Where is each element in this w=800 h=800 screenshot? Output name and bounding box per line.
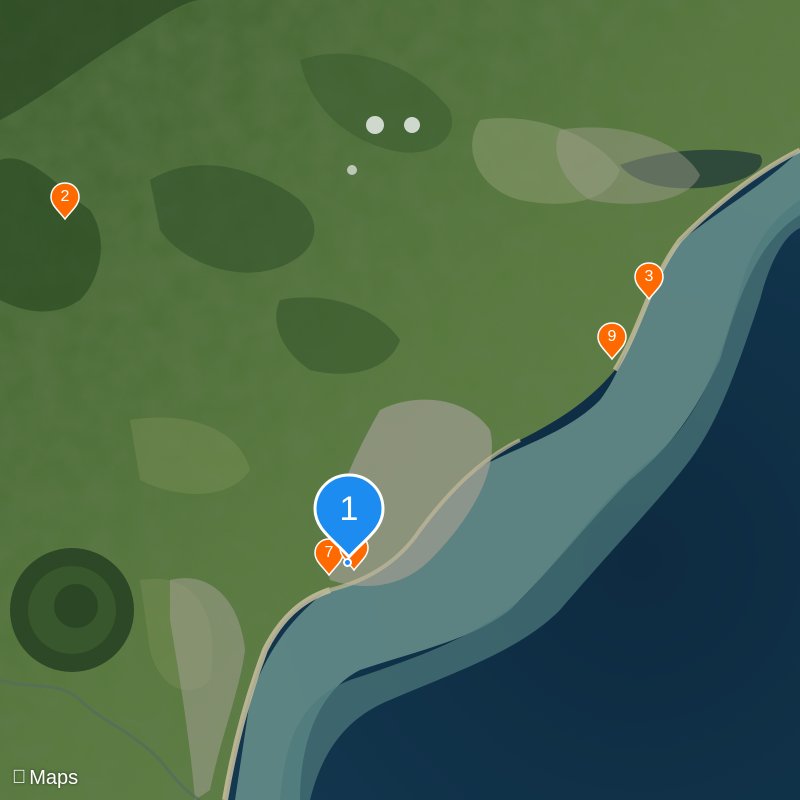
map-pin-9[interactable]: 9 [596, 322, 628, 362]
attribution-label: Maps [15, 766, 78, 789]
map-view[interactable]: 2 3 9 7 1  Maps [0, 0, 800, 800]
map-pin-label: 2 [60, 188, 70, 205]
apple-logo-icon:  [12, 767, 26, 789]
current-location-icon [343, 558, 352, 567]
map-pin-3[interactable]: 3 [633, 262, 665, 302]
map-pin-2[interactable]: 2 [49, 182, 81, 222]
cluster-label: 1 [339, 490, 359, 528]
cluster-marker[interactable]: 1 [313, 473, 385, 563]
satellite-imagery [0, 0, 800, 800]
map-pin-label: 9 [607, 328, 617, 345]
map-pin-label: 3 [644, 268, 654, 285]
maps-attribution[interactable]:  Maps [12, 764, 78, 792]
